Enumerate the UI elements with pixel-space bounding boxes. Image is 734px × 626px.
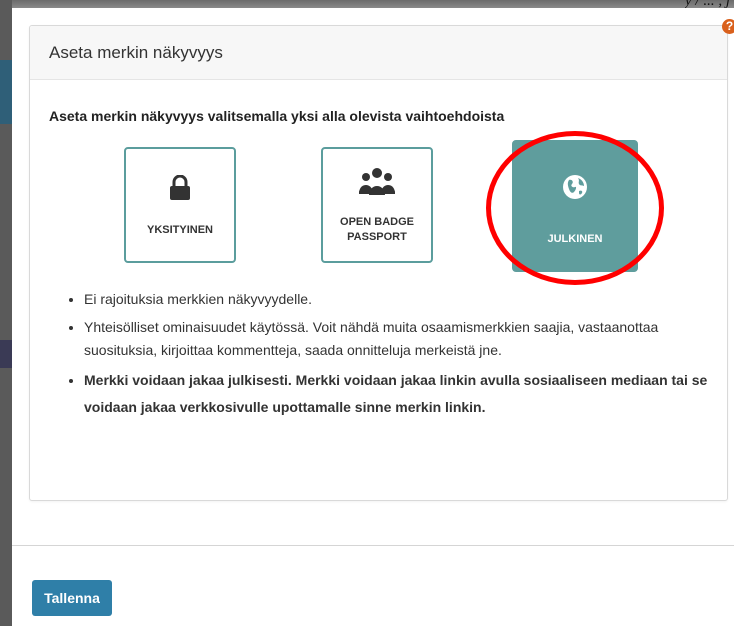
save-button[interactable]: Tallenna — [32, 580, 112, 616]
globe-icon — [514, 174, 636, 200]
list-item: Merkki voidaan jakaa julkisesti. Merkki … — [84, 367, 734, 421]
option-passport-button[interactable]: OPEN BADGE PASSPORT — [321, 147, 433, 263]
users-icon — [323, 167, 431, 195]
help-icon[interactable]: ? — [722, 19, 734, 34]
lock-icon — [126, 175, 234, 201]
background-nav-strip — [0, 340, 12, 368]
footer-divider — [12, 545, 734, 546]
visibility-prompt: Aseta merkin näkyvyys valitsemalla yksi … — [49, 108, 505, 124]
background-topbar — [0, 0, 734, 8]
option-passport-label: OPEN BADGE PASSPORT — [340, 216, 414, 243]
list-item: Yhteisölliset ominaisuudet käytössä. Voi… — [84, 316, 734, 362]
option-public-label: JULKINEN — [547, 233, 603, 245]
visibility-description-list: Ei rajoituksia merkkien näkyvyydelle. Yh… — [66, 288, 734, 426]
dialog-title: Aseta merkin näkyvyys — [49, 43, 223, 62]
option-private-button[interactable]: YKSITYINEN — [124, 147, 236, 263]
visibility-panel: Aseta merkin näkyvyys ? Aseta merkin näk… — [29, 19, 734, 501]
visibility-modal: Aseta merkin näkyvyys ? Aseta merkin näk… — [12, 8, 734, 626]
option-public-button[interactable]: JULKINEN — [512, 140, 638, 272]
background-nav-strip — [0, 60, 12, 124]
list-item: Ei rajoituksia merkkien näkyvyydelle. — [84, 288, 734, 311]
background-header-text: y / ... , j — [685, 0, 730, 8]
panel-header: Aseta merkin näkyvyys ? — [30, 19, 734, 80]
option-private-label: YKSITYINEN — [146, 224, 213, 236]
